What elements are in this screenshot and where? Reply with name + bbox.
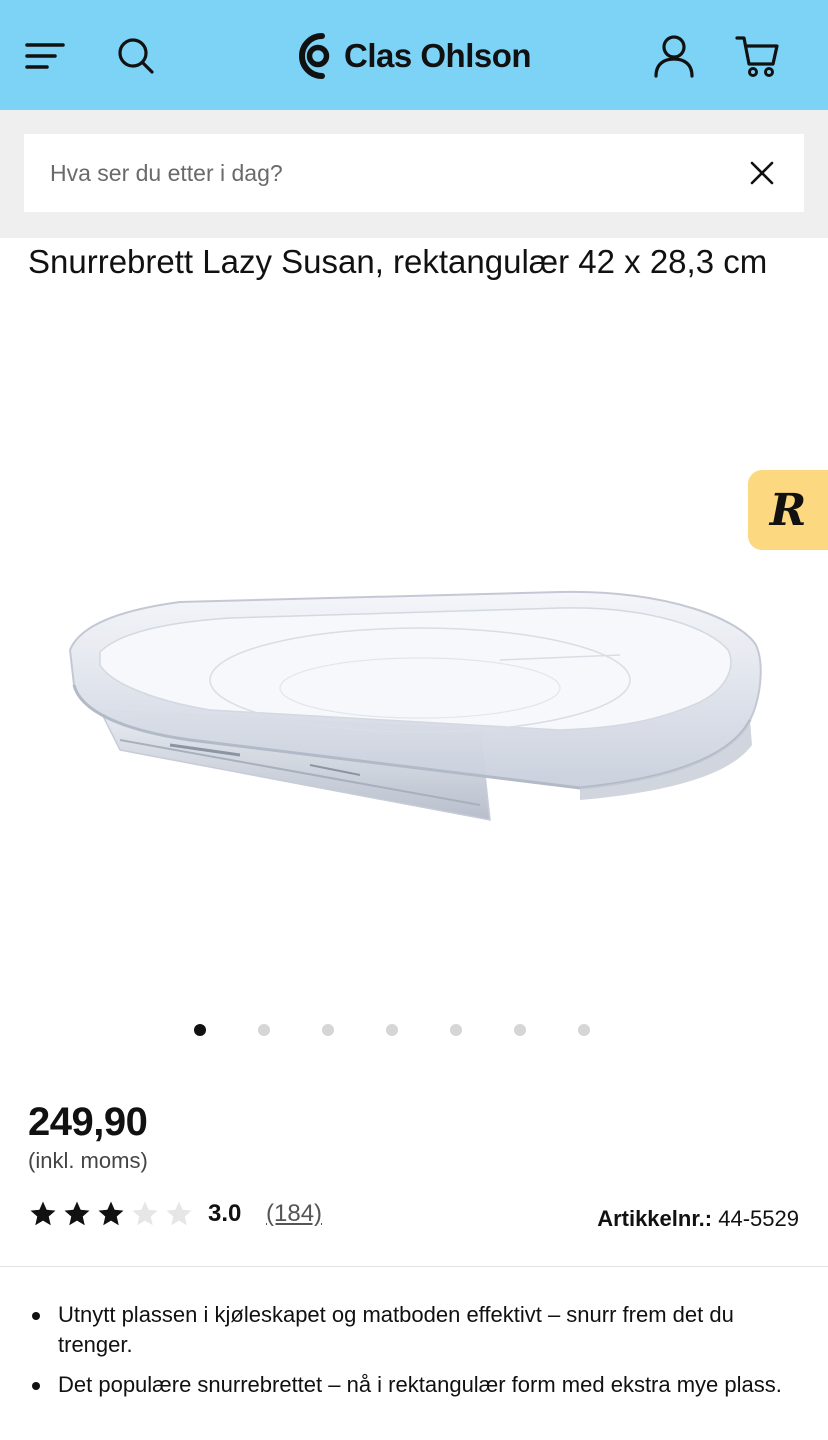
lazy-susan-tray-image	[68, 590, 762, 821]
carousel-dot-1[interactable]	[194, 1024, 206, 1036]
search-icon	[118, 38, 154, 74]
search-button[interactable]	[108, 28, 164, 84]
product-highlights: Utnytt plassen i kjøleskapet og matboden…	[28, 1300, 788, 1410]
star-empty-icon	[166, 1201, 192, 1226]
cart-icon	[735, 36, 779, 77]
article-number-value: 44-5529	[718, 1206, 799, 1231]
rating-value: 3.0	[208, 1200, 242, 1227]
clear-search-button[interactable]	[742, 153, 782, 193]
carousel-dot-2[interactable]	[258, 1024, 270, 1036]
image-carousel-dots	[188, 1022, 608, 1038]
article-number-label: Artikkelnr.:	[597, 1206, 713, 1231]
product-title: Snurrebrett Lazy Susan, rektangulær 42 x…	[28, 243, 768, 280]
carousel-dot-5[interactable]	[450, 1024, 462, 1036]
cart-button[interactable]	[730, 28, 786, 84]
review-count-link[interactable]: (184)	[266, 1200, 322, 1228]
review-widget-button[interactable]: R	[748, 470, 828, 550]
highlight-item: Utnytt plassen i kjøleskapet og matboden…	[28, 1300, 788, 1360]
star-filled-icon	[64, 1201, 90, 1226]
top-header: Clas Ohlson	[0, 0, 828, 110]
article-number: Artikkelnr.: 44-5529	[597, 1206, 799, 1232]
product-price: 249,90	[28, 1100, 148, 1144]
brand-name: Clas Ohlson	[344, 37, 532, 74]
user-icon	[654, 35, 694, 78]
brand-logo[interactable]: Clas Ohlson	[292, 30, 532, 82]
star-filled-icon	[30, 1201, 56, 1226]
rating-stars[interactable]	[28, 1198, 198, 1230]
product-image[interactable]	[60, 570, 770, 840]
highlight-item: Det populære snurrebrettet – nå i rektan…	[28, 1370, 788, 1400]
menu-icon	[25, 43, 65, 69]
carousel-dot-7[interactable]	[578, 1024, 590, 1036]
clas-ohlson-logo-icon	[299, 33, 330, 79]
vat-note: (inkl. moms)	[28, 1148, 148, 1173]
carousel-dot-6[interactable]	[514, 1024, 526, 1036]
search-box	[24, 134, 804, 212]
star-empty-icon	[132, 1201, 158, 1226]
carousel-dot-4[interactable]	[386, 1024, 398, 1036]
account-button[interactable]	[646, 28, 702, 84]
star-filled-icon	[98, 1201, 124, 1226]
search-bar-area	[0, 110, 828, 238]
r-badge-letter: R	[769, 484, 807, 536]
carousel-dot-3[interactable]	[322, 1024, 334, 1036]
divider	[0, 1266, 828, 1267]
search-input[interactable]	[24, 134, 724, 212]
menu-button[interactable]	[17, 28, 73, 84]
close-icon	[750, 161, 774, 185]
